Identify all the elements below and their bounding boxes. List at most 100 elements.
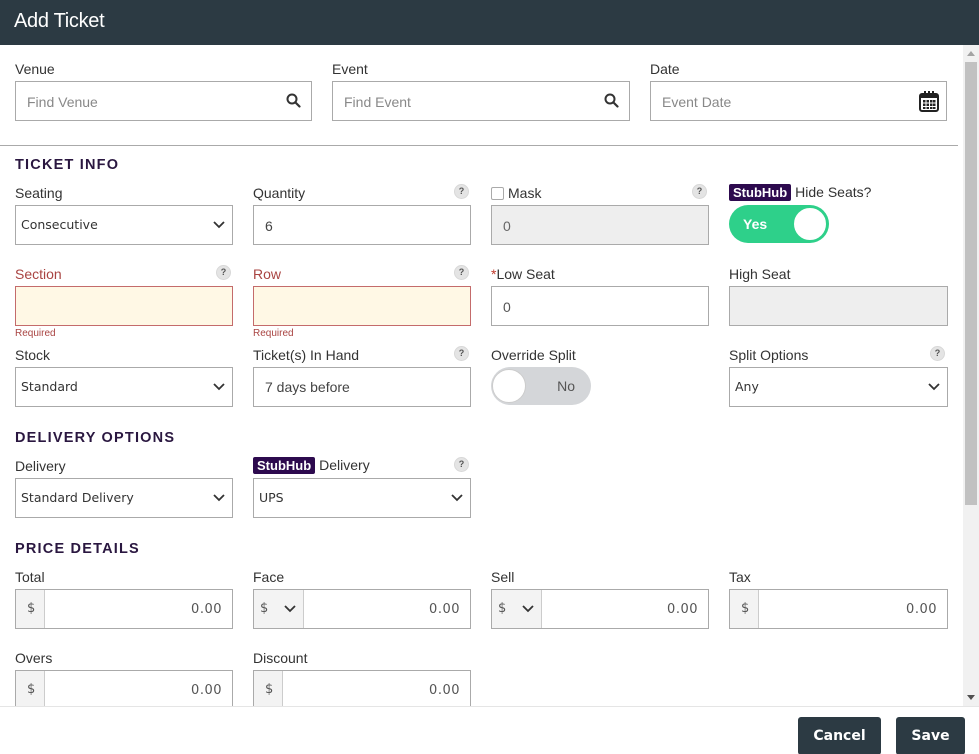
search-icon[interactable] bbox=[604, 93, 619, 111]
low-seat-label: *Low Seat bbox=[491, 266, 555, 282]
split-options-help-icon[interactable]: ? bbox=[930, 346, 945, 361]
overs-value: 0.00 bbox=[191, 683, 222, 698]
save-button[interactable]: Save bbox=[896, 717, 965, 754]
section-input[interactable] bbox=[15, 286, 233, 326]
section-help-icon[interactable]: ? bbox=[216, 265, 231, 280]
face-input[interactable]: $ 0.00 bbox=[253, 589, 471, 629]
cancel-button[interactable]: Cancel bbox=[798, 717, 881, 754]
overs-input[interactable]: $ 0.00 bbox=[15, 670, 233, 706]
currency-addon: $ bbox=[730, 590, 759, 628]
override-split-label: Override Split bbox=[491, 347, 576, 363]
stock-select[interactable]: Standard bbox=[15, 367, 233, 407]
tax-label: Tax bbox=[729, 569, 751, 585]
stubhub-delivery-text: Delivery bbox=[319, 457, 370, 473]
total-label: Total bbox=[15, 569, 45, 585]
in-hand-input[interactable]: 7 days before bbox=[253, 367, 471, 407]
venue-search-input[interactable]: Find Venue bbox=[15, 81, 312, 121]
sell-currency-select[interactable]: $ bbox=[492, 590, 542, 628]
tax-input[interactable]: $ 0.00 bbox=[729, 589, 948, 629]
sell-label: Sell bbox=[491, 569, 515, 585]
quantity-value: 6 bbox=[265, 218, 273, 234]
mask-label-wrapper[interactable]: Mask bbox=[491, 185, 541, 201]
scroll-down-arrow-icon[interactable] bbox=[967, 695, 975, 700]
dialog-footer: Cancel Save bbox=[0, 706, 979, 754]
low-seat-input[interactable]: 0 bbox=[491, 286, 709, 326]
scrollbar-thumb[interactable] bbox=[965, 62, 977, 505]
stubhub-delivery-select[interactable]: UPS bbox=[253, 478, 471, 518]
delivery-options-title: DELIVERY OPTIONS bbox=[15, 430, 176, 446]
face-currency-select[interactable]: $ bbox=[254, 590, 304, 628]
stubhub-delivery-value: UPS bbox=[259, 490, 284, 505]
overs-label: Overs bbox=[15, 650, 53, 666]
venue-placeholder: Find Venue bbox=[27, 94, 98, 110]
hide-seats-toggle[interactable]: Yes bbox=[729, 205, 829, 243]
dialog-title: Add Ticket bbox=[14, 10, 105, 32]
stubhub-badge: StubHub bbox=[729, 184, 792, 201]
in-hand-label: Ticket(s) In Hand bbox=[253, 347, 360, 363]
sell-input[interactable]: $ 0.00 bbox=[491, 589, 709, 629]
override-split-toggle[interactable]: No bbox=[491, 367, 591, 405]
price-details-title: PRICE DETAILS bbox=[15, 541, 140, 557]
venue-label: Venue bbox=[15, 61, 55, 77]
currency-symbol: $ bbox=[741, 601, 750, 616]
low-seat-value: 0 bbox=[503, 299, 511, 315]
row-input[interactable] bbox=[253, 286, 471, 326]
section-error: Required bbox=[15, 328, 56, 339]
high-seat-label: High Seat bbox=[729, 266, 791, 282]
date-placeholder: Event Date bbox=[662, 94, 732, 110]
event-placeholder: Find Event bbox=[344, 94, 411, 110]
seating-label: Seating bbox=[15, 185, 63, 201]
low-seat-text: Low Seat bbox=[496, 266, 555, 282]
discount-value: 0.00 bbox=[429, 683, 460, 698]
chevron-down-icon bbox=[213, 383, 225, 391]
currency-symbol: $ bbox=[265, 682, 274, 697]
stubhub-badge: StubHub bbox=[253, 457, 316, 474]
chevron-down-icon bbox=[284, 605, 296, 613]
delivery-value: Standard Delivery bbox=[21, 490, 134, 505]
stock-value: Standard bbox=[21, 379, 78, 394]
split-options-label: Split Options bbox=[729, 347, 809, 363]
vertical-scrollbar[interactable] bbox=[963, 45, 979, 706]
currency-symbol: $ bbox=[27, 682, 36, 697]
currency-symbol: $ bbox=[260, 601, 269, 616]
search-icon[interactable] bbox=[286, 93, 301, 111]
event-label: Event bbox=[332, 61, 368, 77]
total-input[interactable]: $ 0.00 bbox=[15, 589, 233, 629]
in-hand-value: 7 days before bbox=[265, 379, 350, 395]
quantity-label: Quantity bbox=[253, 185, 306, 201]
discount-input[interactable]: $ 0.00 bbox=[253, 670, 471, 706]
row-help-icon[interactable]: ? bbox=[454, 265, 469, 280]
face-label: Face bbox=[253, 569, 285, 585]
dialog-header: Add Ticket bbox=[0, 0, 979, 45]
section-label: Section bbox=[15, 266, 62, 282]
currency-addon: $ bbox=[254, 671, 283, 706]
scroll-up-arrow-icon[interactable] bbox=[967, 51, 975, 56]
in-hand-help-icon[interactable]: ? bbox=[454, 346, 469, 361]
mask-value: 0 bbox=[503, 218, 511, 234]
row-error: Required bbox=[253, 328, 294, 339]
chevron-down-icon bbox=[213, 221, 225, 229]
divider bbox=[0, 145, 958, 146]
stubhub-delivery-help-icon[interactable]: ? bbox=[454, 457, 469, 472]
mask-help-icon[interactable]: ? bbox=[692, 184, 707, 199]
delivery-select[interactable]: Standard Delivery bbox=[15, 478, 233, 518]
event-date-input[interactable]: Event Date bbox=[650, 81, 947, 121]
quantity-input[interactable]: 6 bbox=[253, 205, 471, 245]
quantity-help-icon[interactable]: ? bbox=[454, 184, 469, 199]
high-seat-input bbox=[729, 286, 948, 326]
seating-select[interactable]: Consecutive bbox=[15, 205, 233, 245]
face-value: 0.00 bbox=[429, 602, 460, 617]
toggle-knob bbox=[793, 207, 827, 241]
mask-checkbox[interactable] bbox=[491, 187, 504, 200]
split-options-select[interactable]: Any bbox=[729, 367, 948, 407]
chevron-down-icon bbox=[928, 383, 940, 391]
event-search-input[interactable]: Find Event bbox=[332, 81, 630, 121]
sell-value: 0.00 bbox=[667, 602, 698, 617]
chevron-down-icon bbox=[451, 494, 463, 502]
calendar-icon[interactable] bbox=[919, 90, 939, 115]
ticket-info-title: TICKET INFO bbox=[15, 157, 120, 173]
date-label: Date bbox=[650, 61, 680, 77]
toggle-label: Yes bbox=[743, 216, 768, 232]
stubhub-delivery-label: StubHub Delivery bbox=[253, 457, 370, 474]
tax-value: 0.00 bbox=[906, 602, 937, 617]
